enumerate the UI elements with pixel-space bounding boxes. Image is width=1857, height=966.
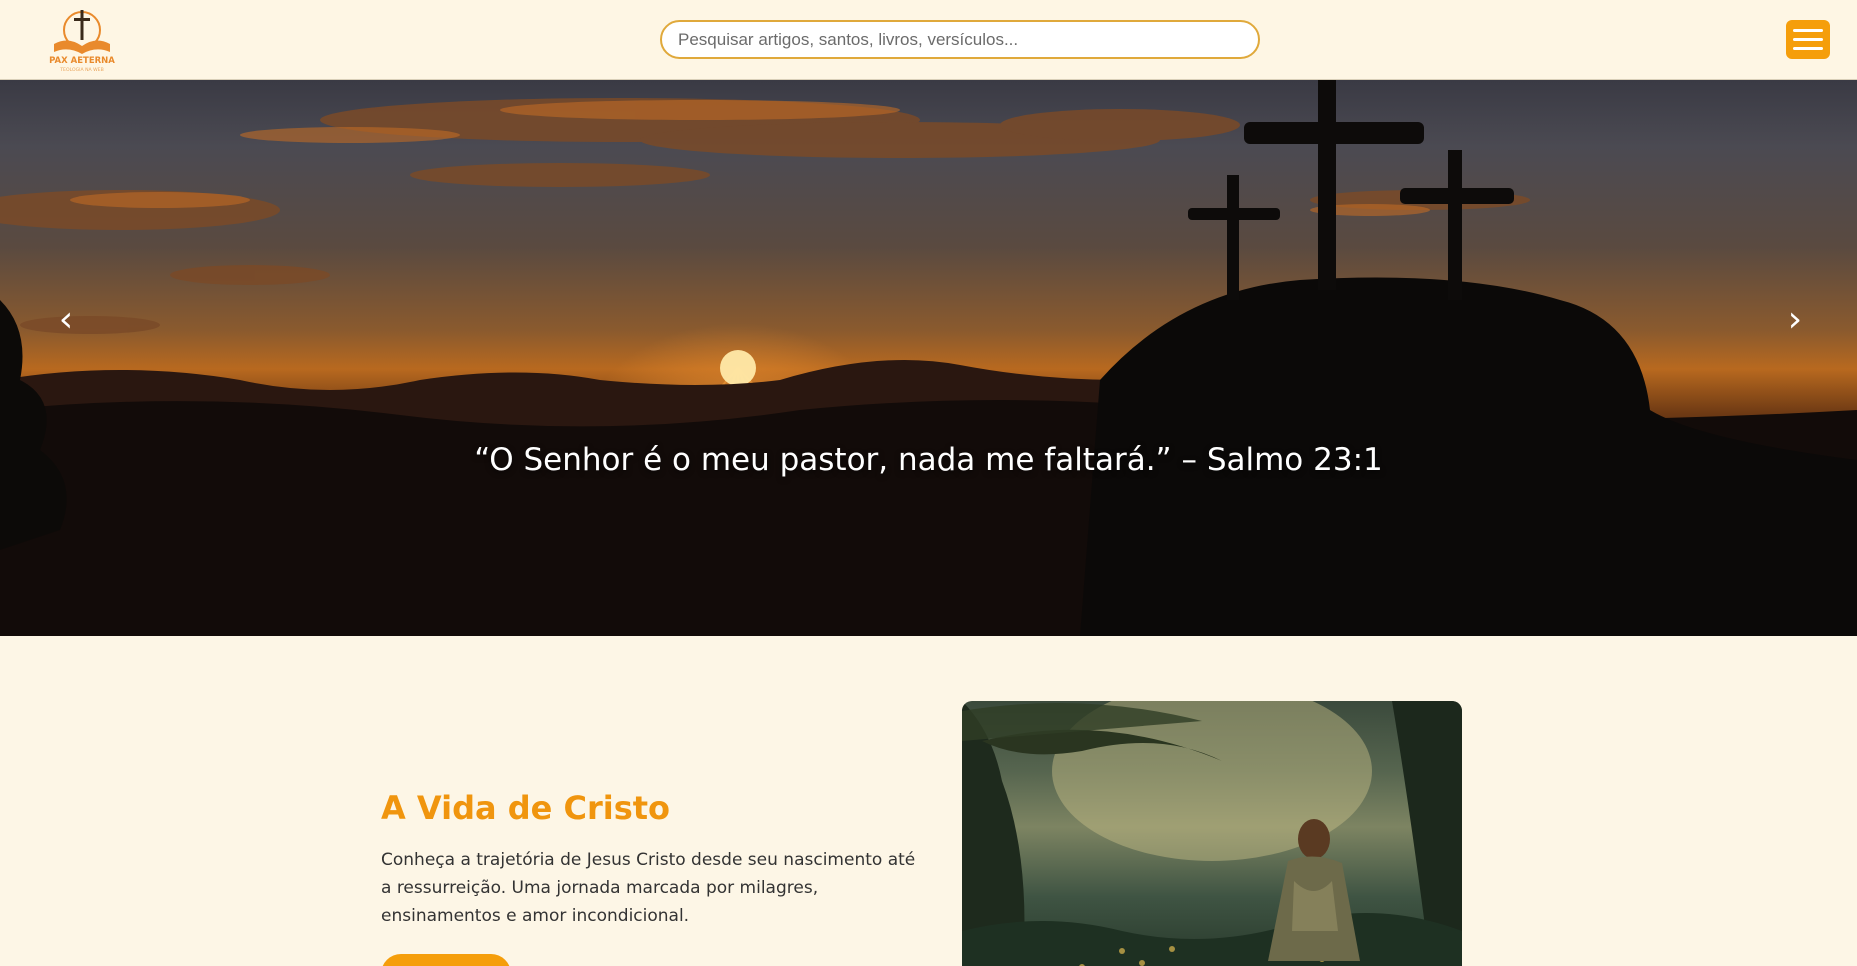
feature-cta-button[interactable] [381,954,511,966]
logo-tagline-text: TEOLOGIA NA WEB [59,67,104,73]
cross-book-logo-icon: PAX AETERNA TEOLOGIA NA WEB [49,10,115,73]
jesus-garden-illustration [962,701,1462,966]
search-input[interactable] [660,20,1260,59]
sunset-crosses-image [0,80,1857,636]
site-logo[interactable]: PAX AETERNA TEOLOGIA NA WEB [44,4,120,76]
logo-brand-text: PAX AETERNA [49,56,115,66]
top-navbar: PAX AETERNA TEOLOGIA NA WEB [0,0,1857,80]
hamburger-menu-button[interactable] [1786,20,1830,59]
menu-bar-top [1793,29,1823,32]
feature-description: Conheça a trajetória de Jesus Cristo des… [381,850,916,926]
hero-carousel: ‹ › “O Senhor é o meu pastor, nada me fa… [0,80,1857,636]
menu-bar-middle [1793,38,1823,41]
hero-quote: “O Senhor é o meu pastor, nada me faltar… [474,442,1383,478]
jesus-garden-image [962,701,1462,966]
carousel-next-arrow[interactable]: › [1775,295,1815,345]
menu-bar-bottom [1793,47,1823,50]
feature-title: A Vida de Cristo [381,789,671,827]
carousel-prev-arrow[interactable]: ‹ [46,295,86,345]
